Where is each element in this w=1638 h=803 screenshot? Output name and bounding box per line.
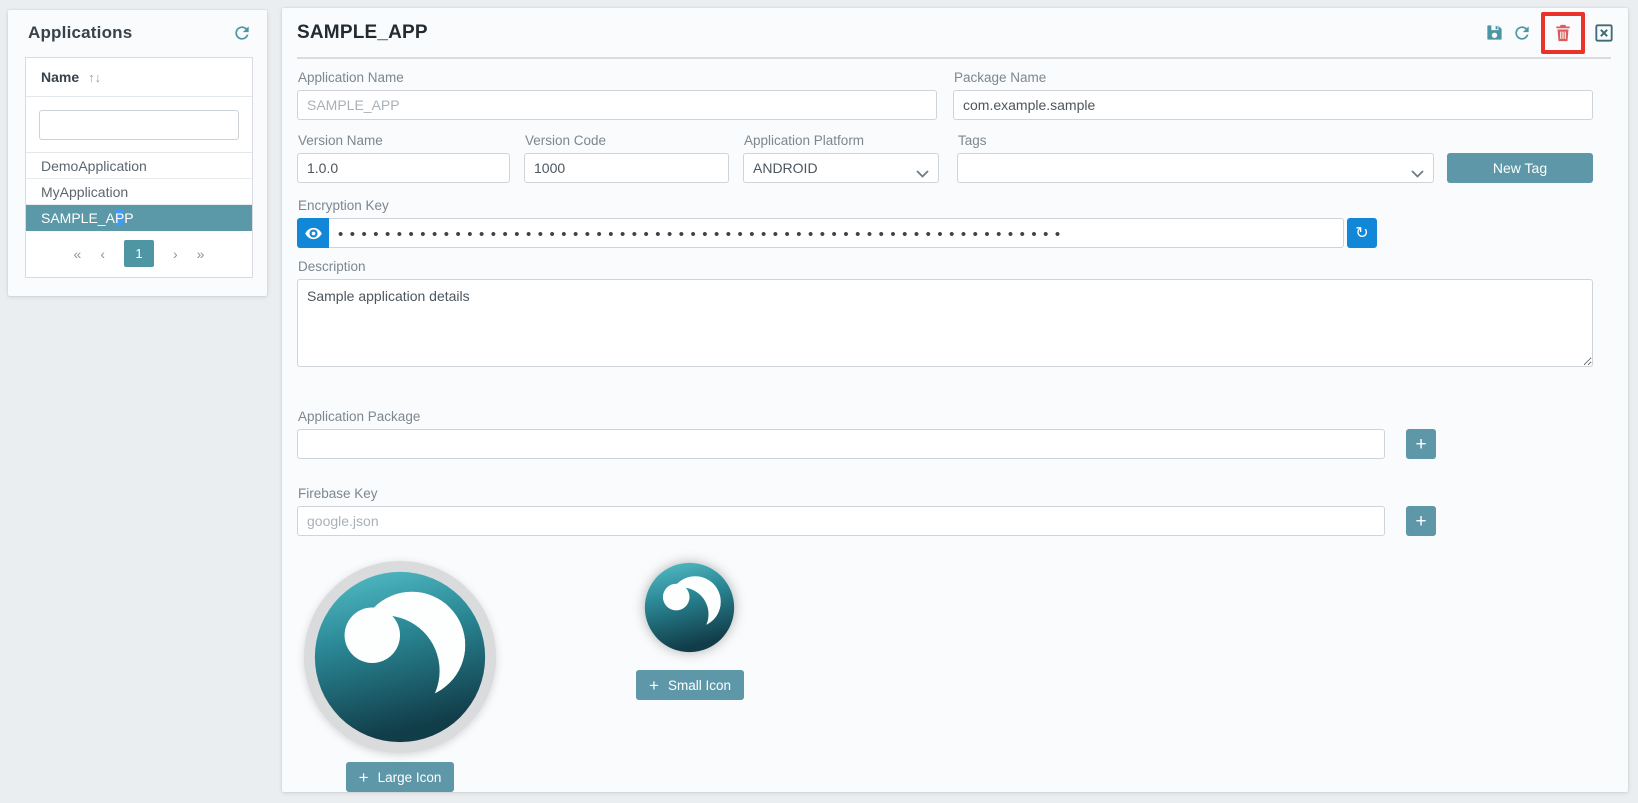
pagination: « ‹ 1 › » bbox=[26, 231, 252, 277]
sort-icon[interactable]: ↑↓ bbox=[88, 70, 101, 85]
encryption-key-input[interactable] bbox=[329, 218, 1344, 248]
table-header-row: Name ↑↓ bbox=[26, 58, 252, 97]
refresh-list-icon[interactable] bbox=[232, 23, 252, 43]
version-code-label: Version Code bbox=[525, 132, 729, 149]
eye-icon bbox=[305, 227, 322, 240]
list-item[interactable]: DemoApplication bbox=[26, 153, 252, 179]
version-name-label: Version Name bbox=[298, 132, 510, 149]
name-column-header[interactable]: Name bbox=[41, 69, 79, 85]
selected-item-text: SAMPLE_A bbox=[41, 210, 115, 226]
plus-icon: + bbox=[359, 769, 369, 786]
add-firebase-key-button[interactable]: + bbox=[1406, 506, 1436, 536]
description-label: Description bbox=[298, 258, 1593, 275]
applications-table: Name ↑↓ DemoApplication MyApplication SA… bbox=[25, 57, 253, 278]
add-application-package-button[interactable]: + bbox=[1406, 429, 1436, 459]
upload-small-icon-button[interactable]: + Small Icon bbox=[636, 670, 744, 700]
small-app-icon-preview bbox=[642, 560, 737, 655]
show-key-button[interactable] bbox=[297, 218, 329, 248]
version-name-input[interactable] bbox=[297, 153, 510, 183]
name-filter-input[interactable] bbox=[39, 110, 239, 140]
refresh-button[interactable] bbox=[1512, 23, 1532, 43]
encryption-key-label: Encryption Key bbox=[298, 197, 1593, 214]
selected-item-text: P bbox=[124, 210, 133, 226]
version-code-input[interactable] bbox=[524, 153, 729, 183]
upload-small-icon-label: Small Icon bbox=[668, 678, 731, 693]
chevron-down-icon bbox=[1411, 165, 1424, 181]
application-package-label: Application Package bbox=[298, 408, 1385, 425]
upload-large-icon-button[interactable]: + Large Icon bbox=[346, 762, 455, 792]
application-platform-label: Application Platform bbox=[744, 132, 939, 149]
application-platform-value: ANDROID bbox=[753, 160, 818, 176]
close-icon[interactable] bbox=[1594, 23, 1614, 43]
application-name-input[interactable] bbox=[297, 90, 937, 120]
save-button[interactable] bbox=[1485, 23, 1504, 42]
filter-cell bbox=[26, 97, 252, 153]
firebase-key-input[interactable] bbox=[297, 506, 1385, 536]
toolbar bbox=[1485, 12, 1614, 54]
application-package-input[interactable] bbox=[297, 429, 1385, 459]
tags-select[interactable] bbox=[957, 153, 1434, 183]
large-app-icon-preview bbox=[301, 558, 499, 756]
pagination-first-button[interactable]: « bbox=[74, 246, 82, 262]
delete-button[interactable] bbox=[1553, 22, 1573, 44]
delete-annotation-highlight bbox=[1541, 12, 1585, 54]
pagination-next-button[interactable]: › bbox=[173, 246, 178, 262]
application-platform-select[interactable]: ANDROID bbox=[743, 153, 939, 183]
list-item[interactable]: MyApplication bbox=[26, 179, 252, 205]
package-name-label: Package Name bbox=[954, 69, 1593, 86]
regenerate-key-button[interactable]: ↻ bbox=[1347, 218, 1377, 248]
application-detail-panel: SAMPLE_APP Application Name bbox=[282, 8, 1628, 792]
pagination-page-1-button[interactable]: 1 bbox=[124, 240, 154, 267]
pagination-last-button[interactable]: » bbox=[197, 246, 205, 262]
new-tag-button[interactable]: New Tag bbox=[1447, 153, 1593, 183]
regenerate-icon: ↻ bbox=[1355, 223, 1368, 243]
chevron-down-icon bbox=[916, 165, 929, 181]
package-name-input[interactable] bbox=[953, 90, 1593, 120]
header-divider bbox=[297, 57, 1611, 59]
application-name-label: Application Name bbox=[298, 69, 937, 86]
applications-panel-header: Applications bbox=[8, 10, 267, 54]
upload-large-icon-label: Large Icon bbox=[378, 770, 442, 785]
tags-label: Tags bbox=[958, 132, 1434, 149]
list-item-selected[interactable]: SAMPLE_APP bbox=[26, 205, 252, 231]
application-form: Application Name Package Name Version Na… bbox=[282, 69, 1628, 792]
plus-icon: + bbox=[649, 677, 659, 694]
page-title: SAMPLE_APP bbox=[297, 22, 428, 44]
selected-item-text-highlight: P bbox=[115, 210, 124, 226]
detail-header: SAMPLE_APP bbox=[282, 8, 1628, 57]
description-textarea[interactable]: Sample application details bbox=[297, 279, 1593, 367]
pagination-prev-button[interactable]: ‹ bbox=[100, 246, 105, 262]
applications-panel: Applications Name ↑↓ DemoApplication MyA… bbox=[8, 10, 267, 296]
applications-title: Applications bbox=[28, 23, 132, 43]
firebase-key-label: Firebase Key bbox=[298, 485, 1385, 502]
